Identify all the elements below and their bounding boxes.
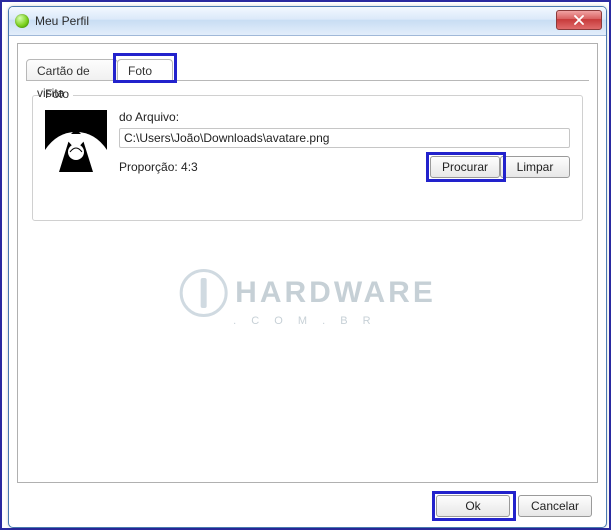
tab-photo[interactable]: Foto (117, 59, 173, 81)
watermark: HARDWARE . C O M . B R (179, 269, 436, 327)
app-icon (15, 14, 29, 28)
clear-button[interactable]: Limpar (500, 156, 570, 178)
photo-group: Foto (32, 95, 583, 221)
profile-dialog: Meu Perfil Cartão de visita Foto Foto (8, 6, 607, 528)
watermark-text: HARDWARE (235, 276, 436, 310)
watermark-subtext: . C O M . B R (233, 315, 436, 327)
file-path-input[interactable] (119, 128, 570, 148)
window-title: Meu Perfil (35, 14, 556, 28)
browse-button[interactable]: Procurar (430, 156, 500, 178)
client-area: Cartão de visita Foto Foto (17, 43, 598, 483)
dialog-footer: Ok Cancelar (436, 495, 592, 517)
tab-card[interactable]: Cartão de visita (26, 59, 118, 81)
avatar-preview (45, 110, 107, 172)
file-label: do Arquivo: (119, 110, 570, 124)
close-button[interactable] (556, 10, 602, 30)
ok-button[interactable]: Ok (436, 495, 510, 517)
ratio-label: Proporção: 4:3 (119, 160, 430, 174)
tabs-strip: Cartão de visita Foto (26, 54, 589, 81)
cancel-button[interactable]: Cancelar (518, 495, 592, 517)
titlebar: Meu Perfil (9, 7, 606, 36)
close-icon (574, 15, 584, 25)
watermark-icon (179, 269, 227, 317)
